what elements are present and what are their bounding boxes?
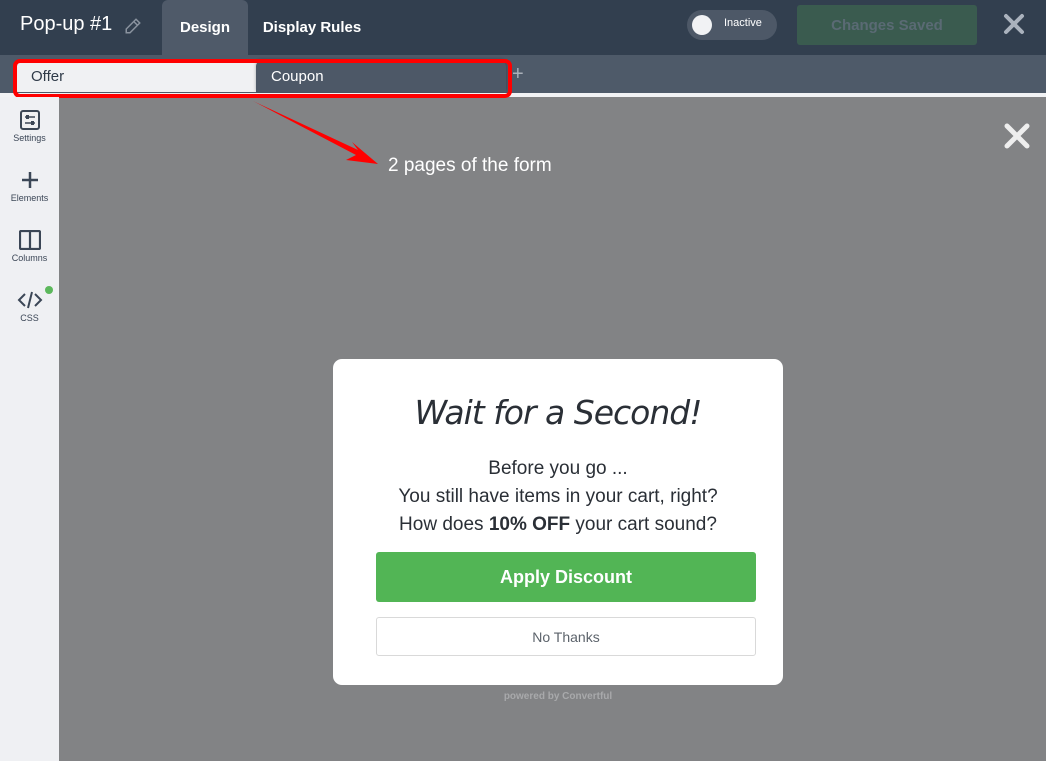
add-page-button[interactable]: + xyxy=(512,63,524,86)
popup-heading[interactable]: Wait for a Second! xyxy=(333,393,783,432)
annotation-highlight-box xyxy=(13,59,512,98)
body-line: Before you go ... xyxy=(488,458,628,479)
sidebar-label: CSS xyxy=(20,313,39,323)
toggle-label: Inactive xyxy=(724,17,762,29)
plus-icon xyxy=(21,172,38,188)
body-line: How does 10% OFF your cart sound? xyxy=(333,511,783,539)
code-icon xyxy=(17,291,42,309)
powered-by-label: powered by Convertful xyxy=(503,691,613,702)
annotation-text: 2 pages of the form xyxy=(388,155,552,176)
sidebar-label: Columns xyxy=(11,253,48,263)
active-indicator-dot xyxy=(45,286,53,294)
toggle-knob xyxy=(692,15,712,35)
sidebar-item-columns[interactable]: Columns xyxy=(0,230,59,263)
body-text: How does xyxy=(399,514,489,535)
top-header: Pop-up #1 Design Display Rules Inactive … xyxy=(0,0,1046,55)
popup-preview: Wait for a Second! Before you go ... You… xyxy=(333,359,783,685)
close-icon[interactable] xyxy=(1003,13,1025,35)
apply-discount-button[interactable]: Apply Discount xyxy=(376,552,756,602)
body-text: your cart sound? xyxy=(570,514,717,535)
discount-highlight: 10% OFF xyxy=(488,514,571,535)
status-toggle[interactable]: Inactive xyxy=(687,10,777,40)
sidebar-label: Elements xyxy=(10,193,49,203)
sidebar-item-elements[interactable]: Elements xyxy=(0,170,59,203)
tab-design[interactable]: Design xyxy=(162,0,248,55)
columns-icon xyxy=(18,230,41,250)
sidebar-item-css[interactable]: CSS xyxy=(0,290,59,323)
sliders-icon xyxy=(19,110,40,130)
no-thanks-button[interactable]: No Thanks xyxy=(376,617,756,656)
sidebar-label: Settings xyxy=(13,133,46,143)
annotation-arrow-icon xyxy=(253,101,378,164)
sidebar-item-settings[interactable]: Settings xyxy=(0,110,59,143)
close-icon[interactable] xyxy=(1003,122,1031,150)
save-button[interactable]: Changes Saved xyxy=(797,5,977,45)
body-line: You still have items in your cart, right… xyxy=(398,486,718,507)
popup-title[interactable]: Pop-up #1 xyxy=(20,13,112,36)
pencil-icon[interactable] xyxy=(124,17,142,35)
tab-display-rules[interactable]: Display Rules xyxy=(256,0,368,55)
popup-body-text[interactable]: Before you go ... You still have items i… xyxy=(333,455,783,539)
